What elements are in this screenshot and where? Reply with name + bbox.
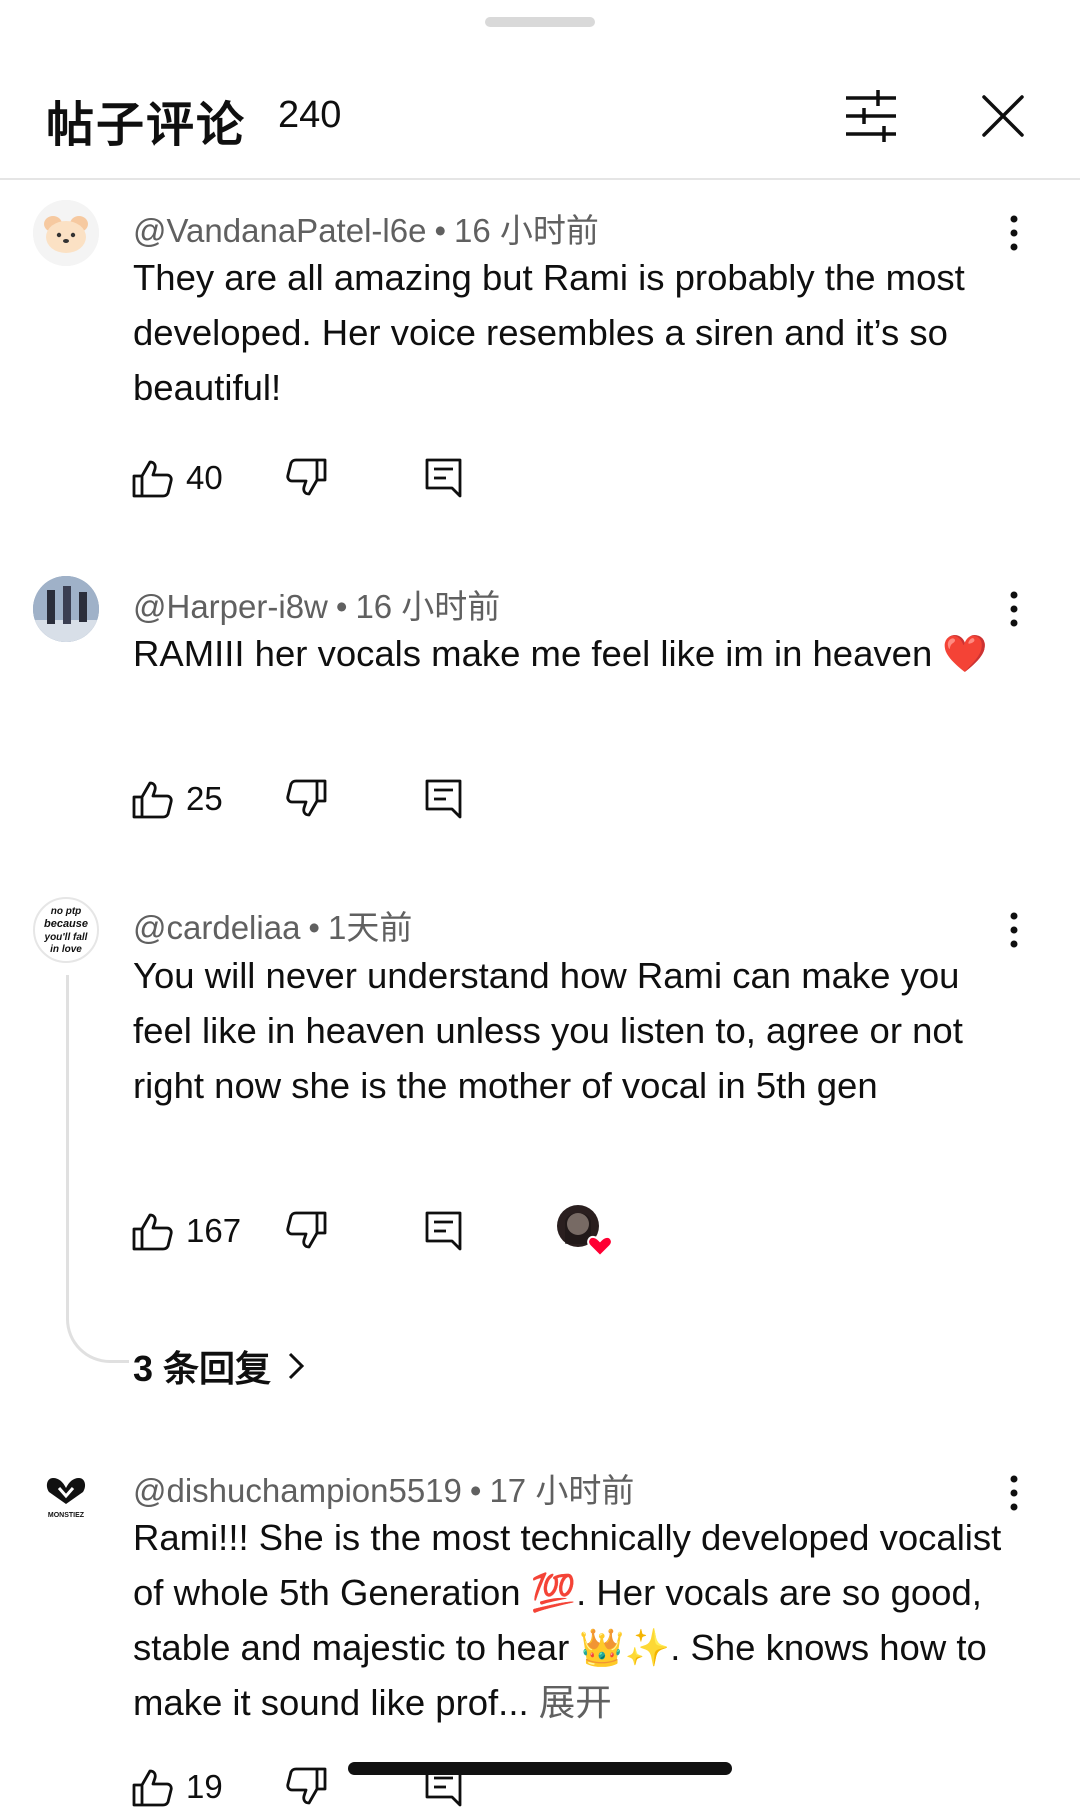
dislike-button[interactable] bbox=[285, 774, 329, 824]
expand-link[interactable]: 展开 bbox=[539, 1682, 612, 1723]
thumbs-up-icon bbox=[132, 781, 173, 819]
avatar-line: because bbox=[44, 918, 88, 930]
comment-meta: @dishuchampion5519 • 17 小时前 bbox=[133, 1464, 634, 1512]
avatar-line: no ptp bbox=[51, 906, 82, 917]
comment-meta: @cardeliaa • 1天前 bbox=[133, 901, 412, 949]
like-count: 19 bbox=[186, 1768, 223, 1805]
comment-author[interactable]: @cardeliaa bbox=[133, 909, 300, 946]
like-count: 40 bbox=[186, 459, 223, 496]
like-button[interactable]: 40 bbox=[130, 453, 223, 503]
monstiez-logo-icon: MONSTIEZ bbox=[46, 1478, 86, 1519]
more-vertical-icon bbox=[1010, 912, 1018, 948]
creator-heart-icon bbox=[557, 1205, 613, 1258]
comment-count: 240 bbox=[278, 94, 342, 136]
avatar-line: you'll fall bbox=[44, 932, 88, 943]
thumbs-down-icon bbox=[286, 779, 327, 817]
reply-comment-icon bbox=[425, 1211, 462, 1251]
more-vertical-icon bbox=[1010, 215, 1018, 251]
dislike-button[interactable] bbox=[285, 453, 329, 503]
comment-actions: 167 bbox=[130, 1205, 730, 1258]
reply-button[interactable] bbox=[424, 774, 464, 824]
sliders-icon bbox=[846, 90, 896, 142]
like-button[interactable]: 25 bbox=[130, 774, 223, 824]
comment-text: Rami!!! She is the most technically deve… bbox=[133, 1510, 1013, 1730]
reply-button[interactable] bbox=[424, 453, 464, 503]
comment-more-button[interactable] bbox=[996, 205, 1032, 265]
thumbs-up-icon bbox=[132, 460, 173, 498]
like-button[interactable]: 167 bbox=[130, 1206, 241, 1256]
comment-author[interactable]: @dishuchampion5519 bbox=[133, 1472, 462, 1509]
comment-author[interactable]: @Harper-i8w bbox=[133, 588, 328, 625]
comment-time: 16 小时前 bbox=[454, 212, 599, 249]
thumbs-up-icon bbox=[132, 1213, 173, 1251]
comments-header: 帖子评论 240 bbox=[0, 60, 1080, 180]
avatar-line: in love bbox=[50, 944, 82, 955]
reply-comment-icon bbox=[425, 779, 462, 819]
reply-comment-icon bbox=[425, 458, 462, 498]
dislike-button[interactable] bbox=[285, 1206, 329, 1256]
meta-separator: • bbox=[434, 212, 446, 249]
thumbs-up-icon bbox=[132, 1769, 173, 1807]
chevron-right-icon bbox=[288, 1352, 305, 1380]
comment-more-button[interactable] bbox=[996, 902, 1032, 962]
more-vertical-icon bbox=[1010, 1475, 1018, 1511]
like-button[interactable]: 19 bbox=[130, 1762, 223, 1812]
replies-label: 3 条回复 bbox=[133, 1348, 272, 1389]
avatar[interactable]: no ptp because you'll fall in love bbox=[33, 897, 99, 963]
home-indicator[interactable] bbox=[348, 1762, 732, 1775]
comment-text: You will never understand how Rami can m… bbox=[133, 955, 963, 1106]
avatar[interactable]: MONSTIEZ bbox=[33, 1460, 99, 1526]
creator-heart-badge bbox=[556, 1205, 616, 1258]
thumbs-down-icon bbox=[286, 458, 327, 496]
comment-more-button[interactable] bbox=[996, 1465, 1032, 1525]
comment-text: They are all amazing but Rami is probabl… bbox=[133, 257, 965, 408]
avatar-logo-text: MONSTIEZ bbox=[48, 1512, 85, 1519]
sort-filter-button[interactable] bbox=[838, 82, 904, 148]
meta-separator: • bbox=[469, 1472, 482, 1509]
comment-meta: @Harper-i8w • 16 小时前 bbox=[133, 580, 500, 628]
comment-actions: 40 bbox=[130, 453, 730, 503]
close-icon bbox=[982, 95, 1024, 137]
comment-actions: 25 bbox=[130, 774, 730, 824]
thumbs-down-icon bbox=[286, 1211, 327, 1249]
avatar[interactable] bbox=[33, 200, 99, 266]
page-title: 帖子评论 bbox=[46, 99, 247, 152]
thumbs-down-icon bbox=[286, 1767, 327, 1805]
like-count: 25 bbox=[186, 780, 223, 817]
text-avatar-icon: no ptp because you'll fall in love bbox=[44, 906, 88, 955]
comment-time: 17 小时前 bbox=[489, 1472, 635, 1509]
comment-time: 16 小时前 bbox=[355, 588, 501, 625]
puppy-avatar-icon bbox=[33, 200, 99, 266]
stage-photo-avatar-icon bbox=[33, 576, 99, 642]
like-count: 167 bbox=[186, 1212, 242, 1249]
comment-more-button[interactable] bbox=[996, 581, 1032, 641]
comment-text: RAMIII her vocals make me feel like im i… bbox=[133, 633, 988, 674]
meta-separator: • bbox=[335, 588, 348, 625]
reply-thread-line bbox=[66, 975, 129, 1363]
comment-time: 1天前 bbox=[327, 909, 413, 946]
avatar[interactable] bbox=[33, 576, 99, 642]
view-replies-button[interactable]: 3 条回复 bbox=[133, 1340, 305, 1392]
reply-button[interactable] bbox=[424, 1206, 464, 1256]
meta-separator: • bbox=[308, 909, 320, 946]
close-button[interactable] bbox=[972, 82, 1032, 148]
more-vertical-icon bbox=[1010, 591, 1018, 627]
comment-meta: @VandanaPatel-l6e • 16 小时前 bbox=[133, 204, 599, 252]
sheet-grabber[interactable] bbox=[485, 17, 595, 27]
comment-author[interactable]: @VandanaPatel-l6e bbox=[133, 212, 426, 249]
dislike-button[interactable] bbox=[285, 1762, 329, 1812]
